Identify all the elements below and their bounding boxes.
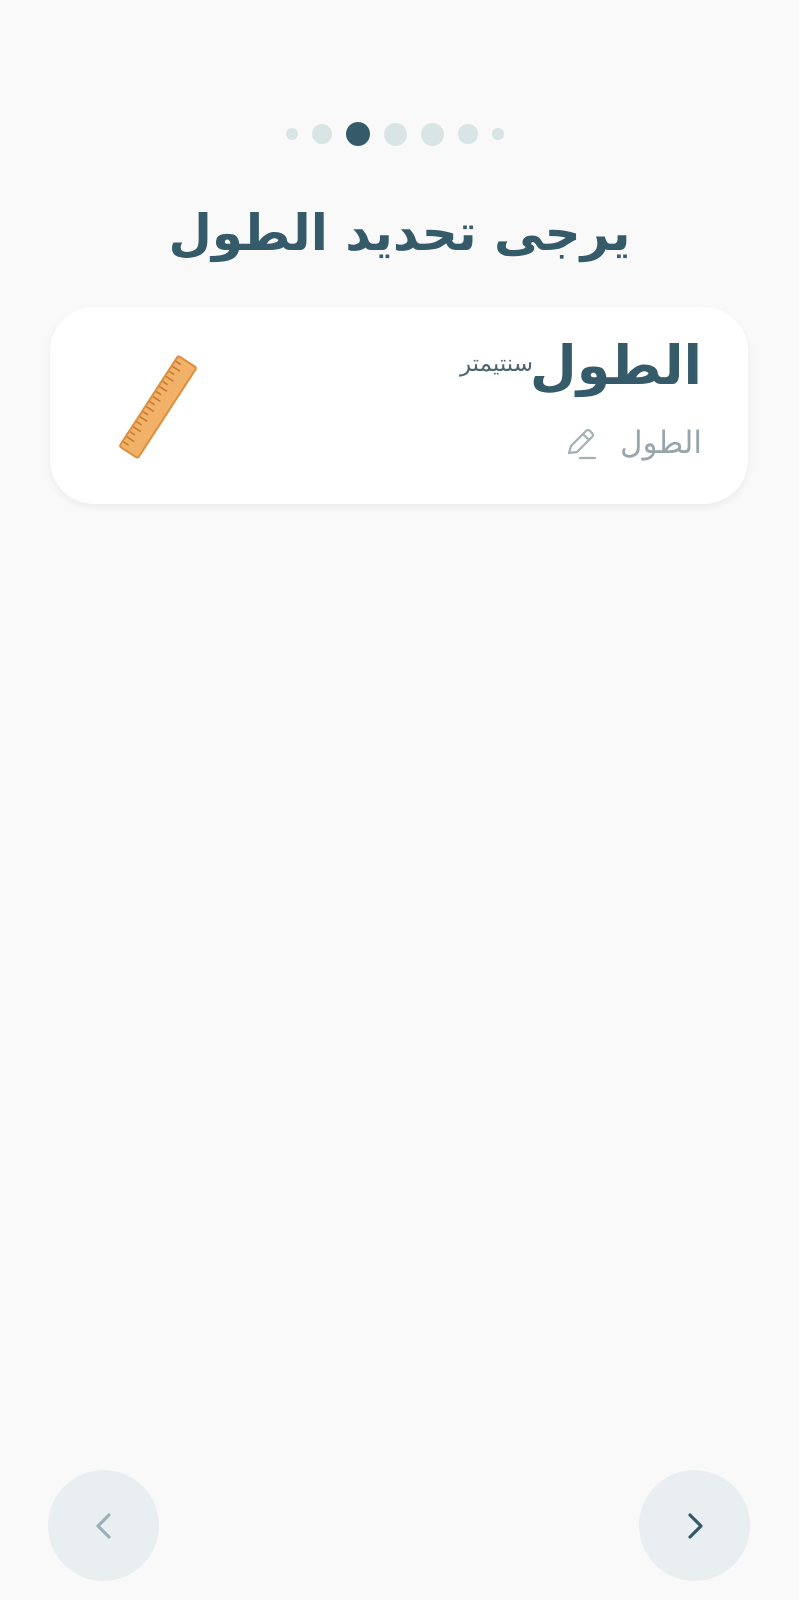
step-dot xyxy=(312,124,332,144)
next-button[interactable] xyxy=(639,1470,750,1581)
step-dot xyxy=(421,122,444,146)
page-title: يرجى تحديد الطول xyxy=(168,204,631,262)
chevron-right-icon xyxy=(687,1512,703,1539)
card-title: الطول xyxy=(529,334,702,397)
pencil-icon xyxy=(567,428,597,460)
step-indicator xyxy=(260,114,530,154)
step-dot-active xyxy=(346,122,370,146)
step-dot xyxy=(286,128,298,140)
step-dot xyxy=(492,128,504,140)
unit-label: سنتيمتر xyxy=(459,351,533,377)
chevron-left-icon xyxy=(95,1512,111,1539)
height-input-placeholder: الطول xyxy=(619,425,702,461)
step-dot xyxy=(458,124,478,144)
height-card[interactable]: الطول سنتيمتر الطول xyxy=(50,307,748,504)
step-dot xyxy=(384,122,407,146)
height-input[interactable]: الطول xyxy=(564,423,702,463)
previous-button[interactable] xyxy=(48,1470,159,1581)
ruler-icon xyxy=(119,355,197,459)
